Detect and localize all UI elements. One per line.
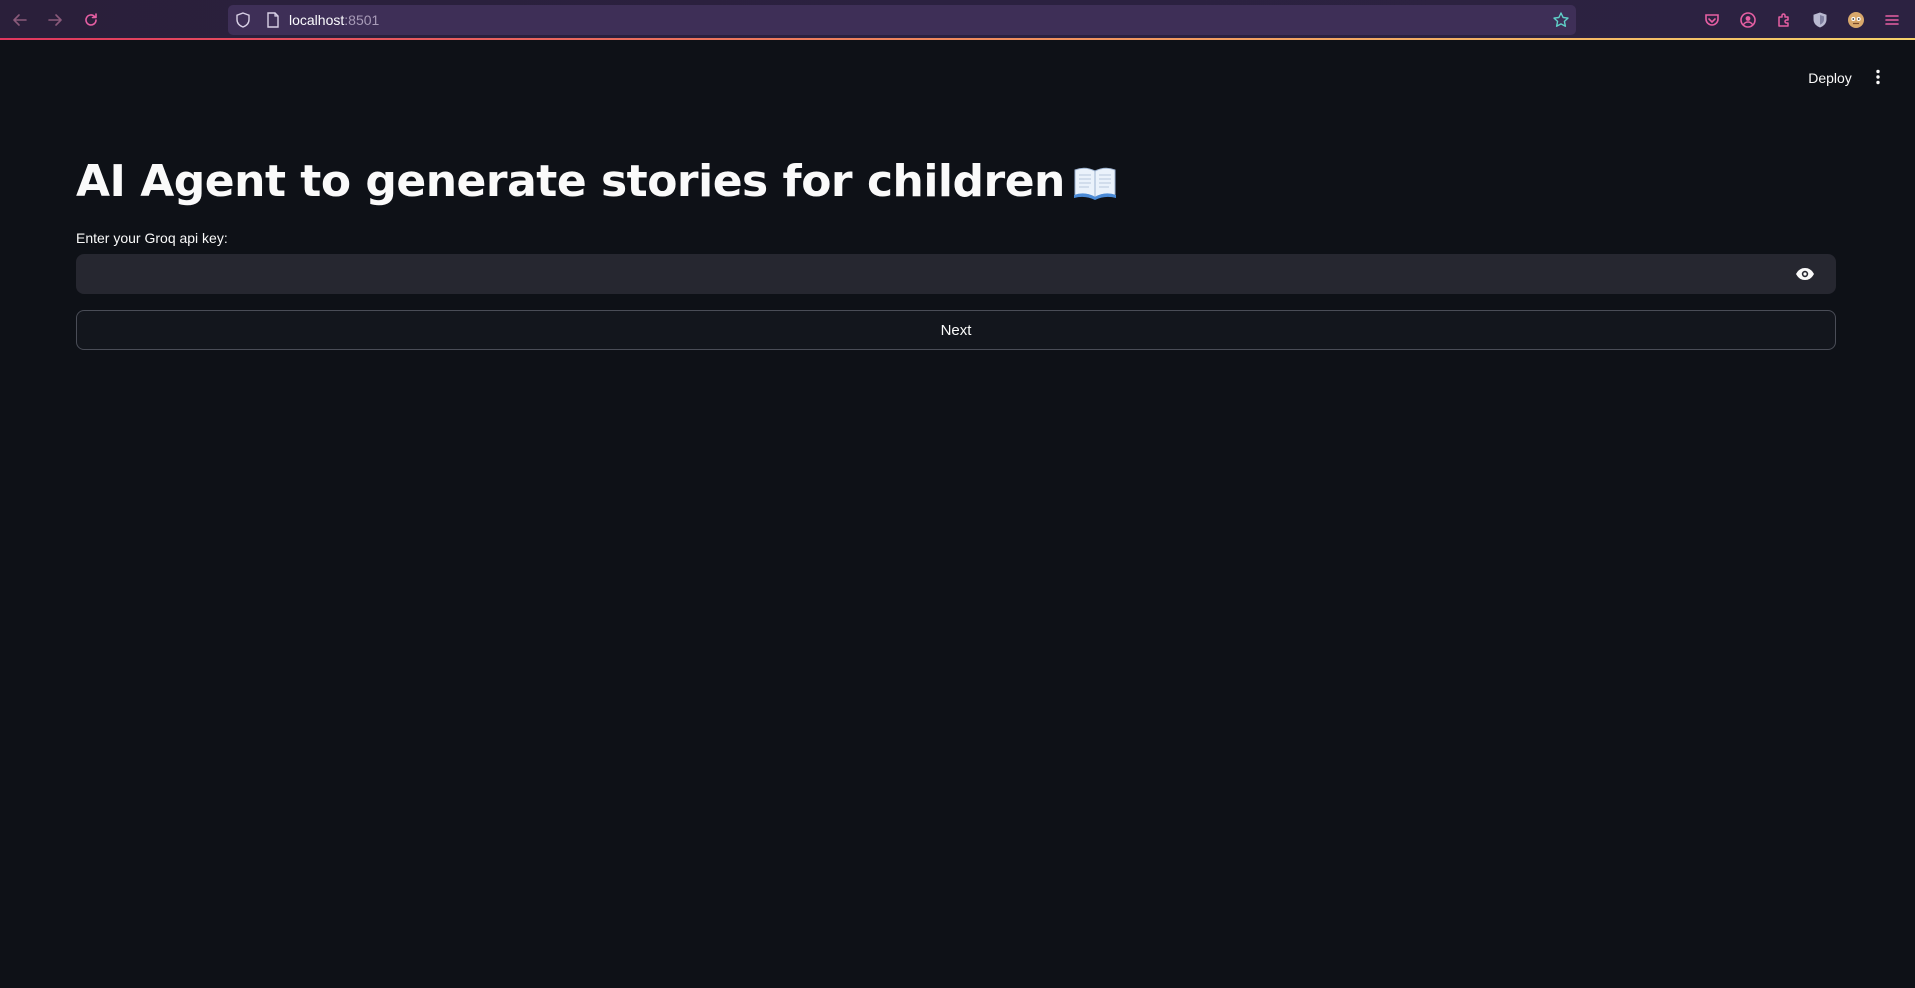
shield-icon[interactable] xyxy=(234,11,252,29)
reload-icon[interactable] xyxy=(79,8,103,32)
page-title: AI Agent to generate stories for childre… xyxy=(76,156,1117,207)
ublock-icon[interactable] xyxy=(1810,10,1830,30)
next-button[interactable]: Next xyxy=(76,310,1836,350)
url-text[interactable]: localhost:8501 xyxy=(289,12,379,28)
profile-avatar-icon[interactable] xyxy=(1846,10,1866,30)
eye-icon[interactable] xyxy=(1794,264,1816,284)
star-icon[interactable] xyxy=(1552,11,1570,29)
account-icon[interactable] xyxy=(1738,10,1758,30)
page-icon xyxy=(267,12,279,28)
hamburger-menu-icon[interactable] xyxy=(1882,10,1902,30)
url-bar[interactable]: localhost:8501 xyxy=(228,5,1576,35)
deploy-button[interactable]: Deploy xyxy=(1796,64,1864,90)
api-key-field-container xyxy=(76,254,1836,294)
api-key-label: Enter your Groq api key: xyxy=(76,230,228,246)
browser-toolbar: localhost:8501 xyxy=(0,0,1915,40)
extensions-icon[interactable] xyxy=(1774,10,1794,30)
toolbar-accent-line xyxy=(0,38,1915,40)
pocket-icon[interactable] xyxy=(1702,10,1722,30)
api-key-input[interactable] xyxy=(76,254,1776,294)
open-book-icon xyxy=(1073,167,1116,200)
url-host: localhost xyxy=(289,12,345,28)
page-title-text: AI Agent to generate stories for childre… xyxy=(76,156,1065,207)
url-port: :8501 xyxy=(344,12,380,28)
back-arrow-icon[interactable] xyxy=(8,8,32,32)
forward-arrow-icon[interactable] xyxy=(43,8,67,32)
vertical-dots-icon[interactable] xyxy=(1866,64,1890,90)
